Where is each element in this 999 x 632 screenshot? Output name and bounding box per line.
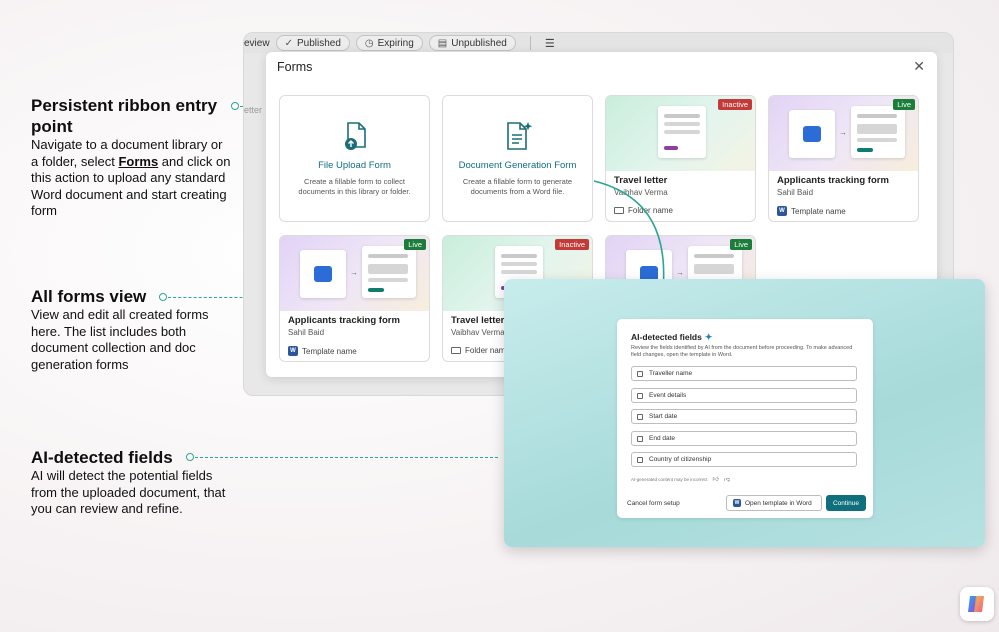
ai-dialog-description: Review the fields identified by AI from … [631,345,853,358]
annotation-body-bold: Forms [118,153,159,169]
doc-generation-icon [506,122,532,150]
action-title: Document Generation Form [458,160,577,171]
annotation-title: Persistent ribbon entry point [31,96,218,136]
tab-label: Expiring [377,37,414,49]
thumbs-down-icon[interactable]: 👎︎ [724,475,730,483]
dialog-title: Forms [277,60,313,74]
tab-expiring[interactable]: ◷ Expiring [355,35,423,51]
open-template-in-word-button[interactable]: W Open template in Word [726,495,822,511]
sparkle-icon: ✦ [704,332,713,342]
faint-row-text: etter [244,105,263,115]
word-document-preview [300,250,346,298]
detected-field[interactable]: Traveller name [631,366,857,381]
word-icon: W [733,499,741,507]
text-field-icon [637,370,643,377]
status-badge: Inactive [555,239,589,250]
detected-field[interactable]: Event details [631,388,857,403]
form-card[interactable]: → Live Applicants tracking form Sahil Ba… [768,95,919,222]
tab-published[interactable]: ✓ Published [275,35,350,51]
annotation-all-forms: All forms view View and edit all created… [31,286,231,373]
thumbs-up-icon[interactable]: 👍︎ [713,475,719,483]
action-description: Create a fillable form to generate docum… [462,177,573,196]
annotation-body: Navigate to a document library or a fold… [31,137,231,220]
tab-review[interactable]: eview [244,38,270,49]
calendar-icon [637,413,643,420]
word-icon: W [777,206,787,216]
arrow-icon: → [839,128,847,137]
field-label: Traveller name [649,370,693,377]
field-label: Event details [649,392,687,399]
tab-unpublished[interactable]: ▤ Unpublished [428,35,516,51]
check-circle-icon: ✓ [284,37,293,49]
annotation-body: View and edit all created forms here. Th… [31,307,209,372]
word-icon: W [288,346,298,356]
word-document-preview [789,110,835,158]
calendar-icon [637,435,643,442]
button-label: Open template in Word [745,499,812,507]
form-owner: Vaibhav Verma [451,328,505,337]
form-title: Applicants tracking form [288,315,400,326]
document-preview [658,106,706,158]
copilot-button[interactable] [960,587,994,621]
status-filter-toolbar: eview ✓ Published ◷ Expiring ▤ Unpublish… [244,33,953,53]
ai-disclaimer: AI-generated content may be incorrect 👍︎… [631,475,730,484]
cancel-form-setup-button[interactable]: Cancel form setup [627,500,680,507]
connector-dot [186,453,194,461]
ai-disclaimer-text: AI-generated content may be incorrect [631,476,708,482]
ai-dialog-title-text: AI-detected fields [631,332,702,342]
file-upload-icon [344,122,366,150]
detected-field[interactable]: Start date [631,409,857,424]
form-preview [851,106,905,158]
clock-icon: ◷ [364,37,374,49]
ai-fields-dialog: AI-detected fields ✦ Review the fields id… [617,319,873,518]
status-badge: Inactive [718,99,752,110]
form-template: W Template name [288,346,357,356]
copilot-icon [968,596,984,612]
document-generation-form-action[interactable]: Document Generation Form Create a fillab… [442,95,593,222]
ai-dialog-title: AI-detected fields ✦ [631,332,712,343]
tab-label: Published [296,37,341,49]
continue-button[interactable]: Continue [826,495,866,511]
close-icon[interactable]: ✕ [913,58,925,75]
archive-icon: ▤ [437,37,448,49]
ai-fields-panel: AI-detected fields ✦ Review the fields id… [504,279,985,547]
text-field-icon [637,456,643,463]
action-title: File Upload Form [318,160,391,171]
filter-icon[interactable]: ☰ [545,37,555,50]
arrow-icon: → [350,268,358,277]
field-label: End date [649,435,676,442]
form-owner: Sahil Baid [288,328,325,337]
connector-dot [159,293,167,301]
field-label: Start date [649,413,678,420]
field-label: Country of citizenship [649,456,712,463]
form-owner: Sahil Baid [777,188,814,197]
tab-label: Unpublished [451,37,507,49]
text-field-icon [637,392,643,399]
status-badge: Live [404,239,426,250]
action-description: Create a fillable form to collect docume… [298,177,411,196]
file-upload-form-action[interactable]: File Upload Form Create a fillable form … [279,95,430,222]
connector-dot [231,102,239,110]
form-location: Folder name [451,346,510,355]
detected-field[interactable]: End date [631,431,857,446]
connector-line [195,457,498,458]
form-title: Applicants tracking form [777,175,889,186]
detected-field[interactable]: Country of citizenship [631,452,857,467]
annotation-body: AI will detect the potential fields from… [31,468,226,516]
toolbar-divider [529,36,531,50]
form-preview [362,246,416,298]
form-template-label: Template name [302,346,357,356]
annotation-ribbon-entry: Persistent ribbon entry point Navigate t… [31,95,231,220]
status-badge: Live [893,99,915,110]
status-badge: Live [730,239,752,250]
form-template: W Template name [777,206,846,216]
folder-icon [451,347,461,354]
form-card[interactable]: → Live Applicants tracking form Sahil Ba… [279,235,430,362]
form-template-label: Template name [791,206,846,216]
form-title: Travel letter [451,315,505,326]
